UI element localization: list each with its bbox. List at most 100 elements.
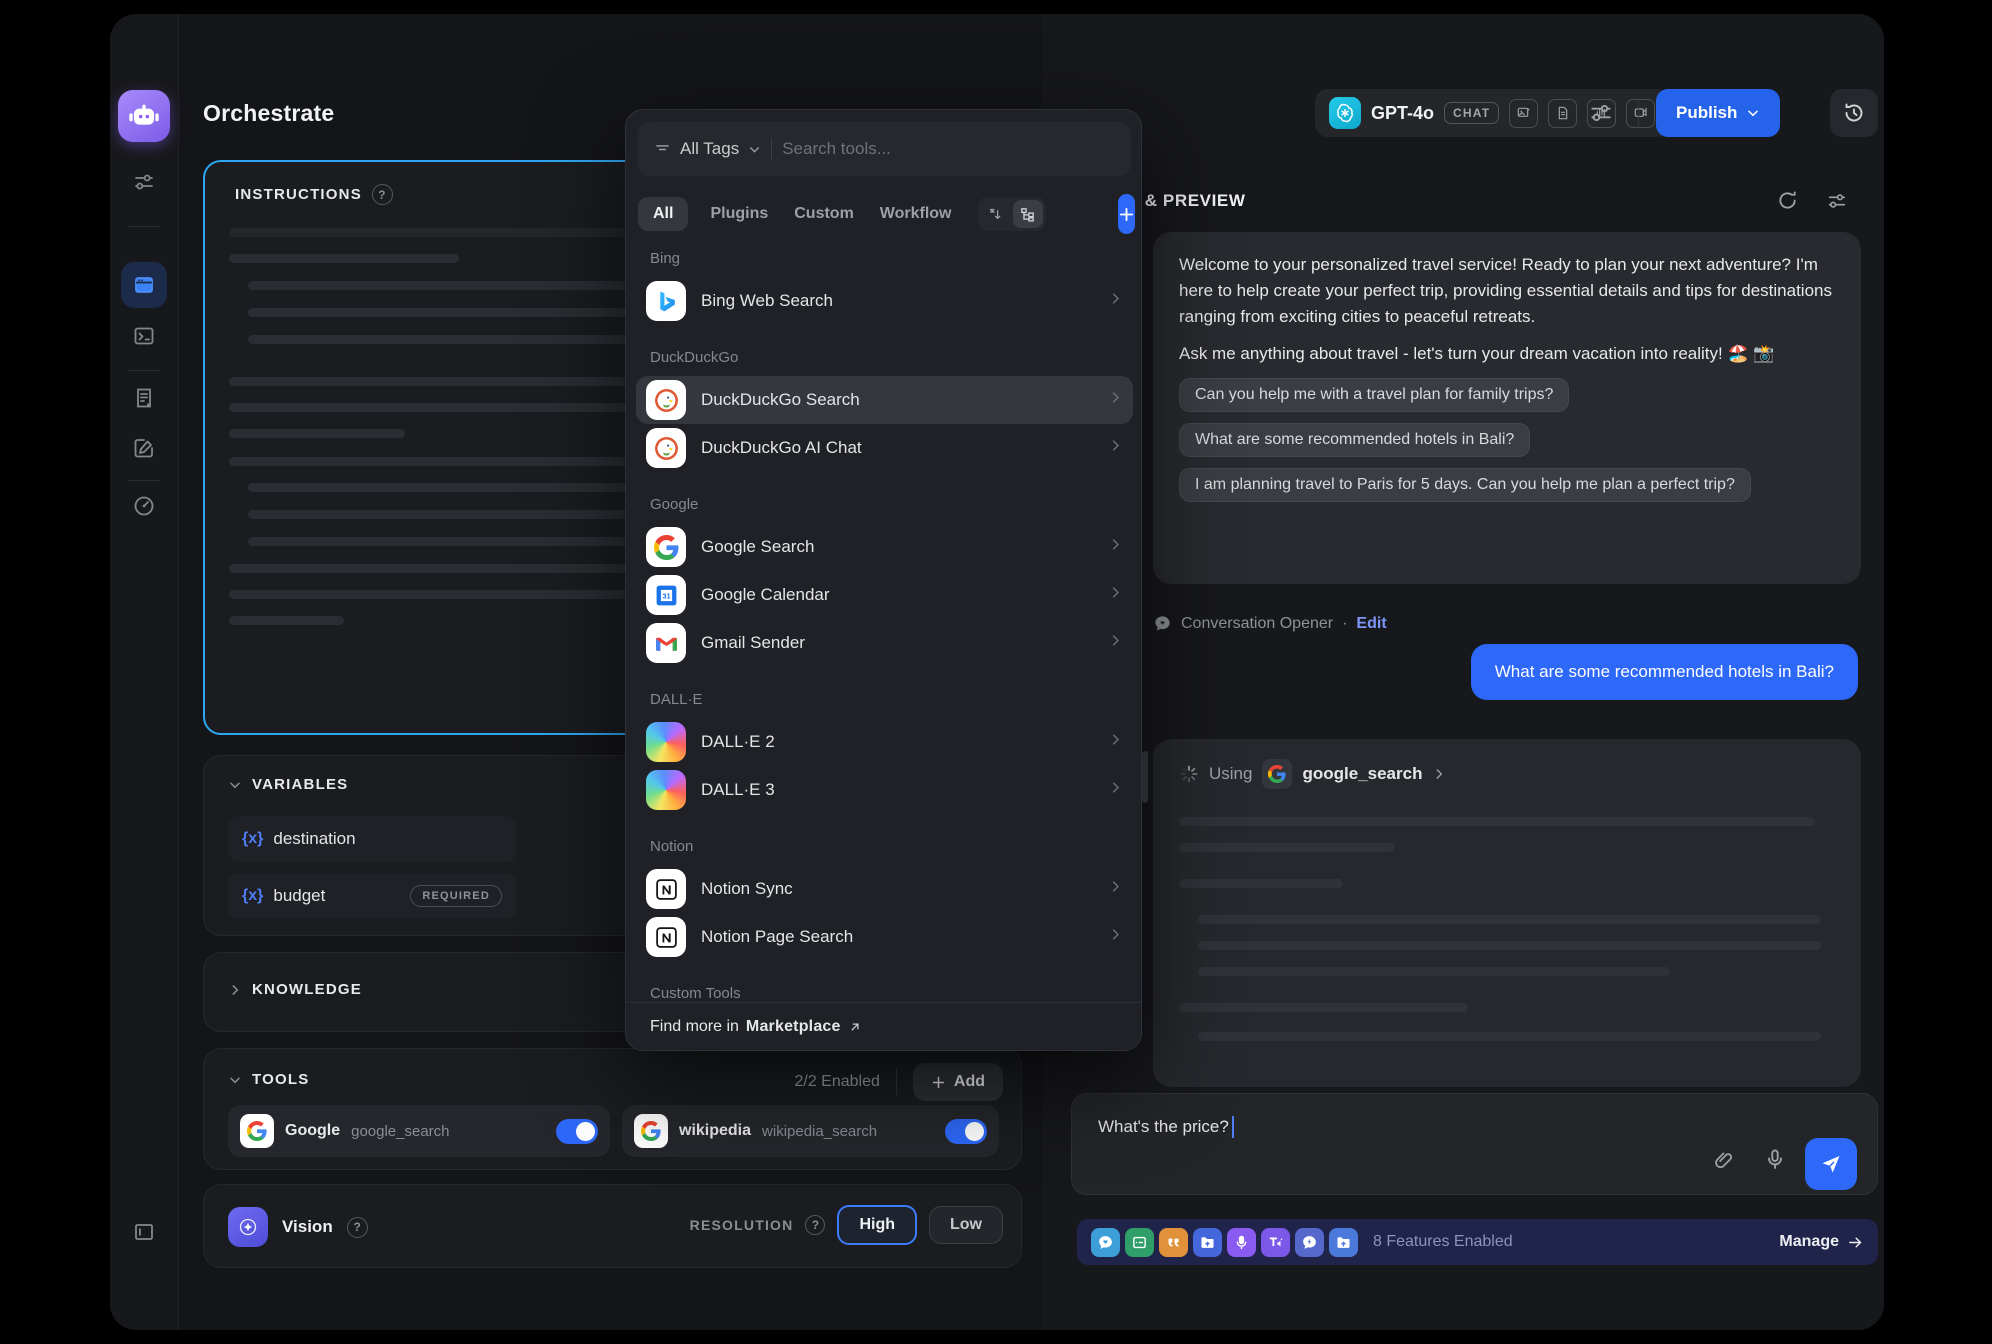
- tool-list-item[interactable]: Gmail Sender: [636, 619, 1133, 667]
- chevron-right-icon: [1108, 732, 1123, 752]
- folder-upload-icon[interactable]: [1193, 1228, 1222, 1257]
- microphone-icon[interactable]: [1227, 1228, 1256, 1257]
- chat-input-box[interactable]: What's the price?: [1071, 1093, 1878, 1195]
- suggested-question-chip[interactable]: Can you help me with a travel plan for f…: [1179, 378, 1569, 412]
- feature-icons: [1091, 1228, 1358, 1257]
- sort-az-button[interactable]: [981, 200, 1011, 228]
- tool-list-item[interactable]: Bing Web Search: [636, 277, 1133, 325]
- tool-list-item[interactable]: DuckDuckGo AI Chat: [636, 424, 1133, 472]
- notion-icon: [646, 869, 686, 909]
- group-view-button[interactable]: [1013, 200, 1043, 228]
- model-settings-button[interactable]: [1588, 100, 1614, 131]
- resolution-label: RESOLUTION: [690, 1217, 794, 1233]
- chevron-down-icon: [1746, 106, 1760, 120]
- model-name: GPT-4o: [1371, 103, 1434, 124]
- marketplace-link[interactable]: Marketplace: [746, 1018, 841, 1036]
- chevron-right-icon: [1108, 927, 1123, 947]
- sidebar-item-terminal[interactable]: [110, 324, 178, 348]
- conversation-opener-row: Conversation Opener · Edit: [1153, 614, 1387, 633]
- chat-mode-badge: CHAT: [1444, 102, 1499, 124]
- tool-toggle[interactable]: [945, 1119, 987, 1144]
- tools-header[interactable]: TOOLS: [228, 1071, 309, 1088]
- tab-all[interactable]: All: [638, 197, 688, 231]
- suggested-question-chip[interactable]: What are some recommended hotels in Bali…: [1179, 423, 1530, 457]
- help-icon[interactable]: ?: [805, 1215, 825, 1235]
- variables-title: VARIABLES: [252, 776, 348, 793]
- tool-card-wikipedia[interactable]: wikipedia wikipedia_search: [622, 1105, 999, 1157]
- tool-call-header[interactable]: Using google_search: [1179, 759, 1835, 789]
- plus-icon: [931, 1075, 946, 1090]
- sidebar-item-settings[interactable]: [110, 170, 178, 194]
- text-to-speech-icon[interactable]: [1261, 1228, 1290, 1257]
- attach-file-button[interactable]: [1712, 1149, 1735, 1177]
- sidebar-collapse-button[interactable]: [110, 1220, 178, 1244]
- manage-label: Manage: [1779, 1233, 1839, 1251]
- spinner-icon: [1179, 764, 1199, 784]
- quote-icon[interactable]: [1159, 1228, 1188, 1257]
- resolution-high-button[interactable]: High: [837, 1205, 917, 1245]
- add-tool-button[interactable]: Add: [913, 1063, 1003, 1101]
- media-card-icon[interactable]: [1125, 1228, 1154, 1257]
- variables-header[interactable]: VARIABLES: [228, 776, 348, 793]
- history-button[interactable]: [1830, 89, 1878, 137]
- marketplace-footer[interactable]: Find more in Marketplace: [626, 1002, 1141, 1050]
- publish-button[interactable]: Publish: [1656, 89, 1780, 137]
- tool-list-item[interactable]: DALL·E 2: [636, 718, 1133, 766]
- preview-settings-button[interactable]: [1826, 190, 1848, 217]
- tool-call-name: google_search: [1302, 764, 1422, 784]
- tool-list-item[interactable]: Google Search: [636, 523, 1133, 571]
- chevron-right-icon: [1108, 780, 1123, 800]
- chat-heart-icon[interactable]: [1091, 1228, 1120, 1257]
- help-icon[interactable]: ?: [347, 1217, 368, 1238]
- chat-bolt-icon[interactable]: [1295, 1228, 1324, 1257]
- variable-row-budget[interactable]: {x} budget REQUIRED: [228, 873, 516, 919]
- model-selector[interactable]: GPT-4o CHAT: [1315, 89, 1669, 137]
- tab-plugins[interactable]: Plugins: [710, 205, 768, 223]
- tool-list-item[interactable]: Notion Page Search: [636, 913, 1133, 961]
- sliders-icon: [1588, 100, 1614, 126]
- variable-row-destination[interactable]: {x} destination: [228, 816, 516, 862]
- tags-filter-dropdown[interactable]: All Tags: [654, 139, 761, 159]
- divider: [771, 138, 772, 160]
- tool-search-bar: All Tags Search tools...: [638, 122, 1131, 176]
- resolution-low-button[interactable]: Low: [929, 1206, 1003, 1244]
- tool-section-label: DuckDuckGo: [650, 349, 1119, 366]
- tab-workflow[interactable]: Workflow: [880, 205, 952, 223]
- manage-features-button[interactable]: Manage: [1779, 1233, 1864, 1251]
- chat-input-value[interactable]: What's the price?: [1098, 1117, 1229, 1137]
- tab-custom[interactable]: Custom: [794, 205, 854, 223]
- app-avatar[interactable]: [118, 90, 170, 142]
- left-pane-scrollbar[interactable]: [1142, 751, 1148, 803]
- tools-enabled-count: 2/2 Enabled: [794, 1073, 879, 1091]
- tool-card-google[interactable]: Google google_search: [228, 1105, 610, 1157]
- sidebar-item-monitor[interactable]: [110, 494, 178, 518]
- skeleton-line: [229, 616, 344, 625]
- tool-item-name: Notion Page Search: [701, 927, 853, 947]
- tool-list-item[interactable]: 31Google Calendar: [636, 571, 1133, 619]
- tool-search-input[interactable]: Search tools...: [782, 139, 891, 159]
- arrow-up-right-icon: [848, 1020, 862, 1034]
- tool-list-item[interactable]: DuckDuckGo Search: [636, 376, 1133, 424]
- tool-toggle[interactable]: [556, 1119, 598, 1144]
- tree-view-icon: [1019, 206, 1036, 223]
- sidebar-item-orchestrate[interactable]: [121, 262, 167, 308]
- tool-list-item[interactable]: Notion Sync: [636, 865, 1133, 913]
- panel-collapse-icon: [132, 1220, 156, 1244]
- opener-edit-link[interactable]: Edit: [1356, 615, 1386, 633]
- variable-token: {x}: [242, 830, 263, 848]
- arrow-right-icon: [1847, 1234, 1864, 1251]
- restart-conversation-button[interactable]: [1776, 189, 1799, 217]
- help-icon[interactable]: ?: [372, 184, 393, 205]
- suggested-question-chip[interactable]: I am planning travel to Paris for 5 days…: [1179, 468, 1751, 502]
- document-icon: [1548, 99, 1577, 128]
- sidebar-item-compose[interactable]: [110, 436, 178, 460]
- tool-list-item[interactable]: DALL·E 3: [636, 766, 1133, 814]
- text-caret: [1232, 1116, 1234, 1138]
- voice-input-button[interactable]: [1763, 1147, 1787, 1176]
- tool-item-name: Gmail Sender: [701, 633, 805, 653]
- file-upload-icon[interactable]: [1329, 1228, 1358, 1257]
- sidebar-item-logs[interactable]: [110, 386, 178, 410]
- create-tool-button[interactable]: [1118, 194, 1135, 234]
- features-count: 8 Features Enabled: [1373, 1233, 1513, 1251]
- send-button[interactable]: [1805, 1138, 1857, 1190]
